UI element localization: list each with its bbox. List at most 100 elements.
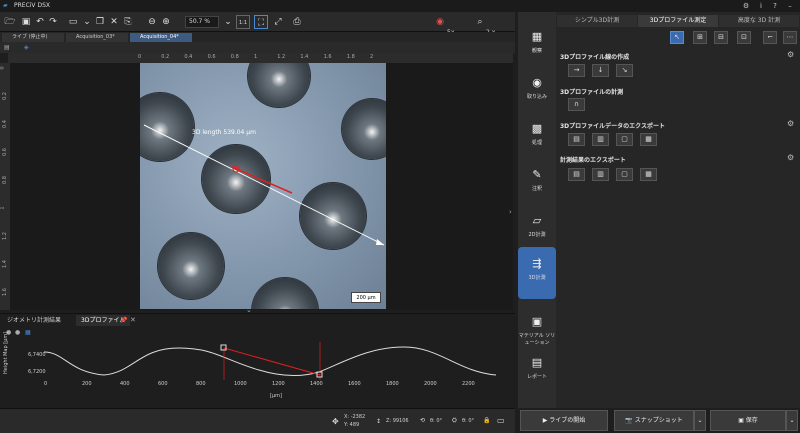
message-icon[interactable]: ▭ <box>497 416 505 425</box>
vertical-line-icon[interactable]: ↓ <box>592 64 609 77</box>
export-file-icon[interactable]: ▢ <box>616 133 633 146</box>
graph-xtick: 800 <box>196 381 206 387</box>
export-excel-icon[interactable]: ▥ <box>592 168 609 181</box>
info-icon[interactable]: i <box>754 0 768 12</box>
profile-graph[interactable] <box>44 342 496 380</box>
sidebar-item[interactable]: ▣ マテリアル ソリューション <box>518 305 556 351</box>
save-button[interactable]: ▣ 保存 <box>710 410 786 431</box>
rectangle-select-icon[interactable]: ▭ <box>66 15 80 29</box>
measure3d-icon: ⇶ <box>532 257 542 270</box>
open-folder-icon[interactable]: 🗁 <box>3 15 17 29</box>
graph-ytick: 6,7400 <box>28 352 46 358</box>
graph-tool-icon[interactable]: ● <box>15 329 20 336</box>
z-icon: ↕ <box>376 418 382 425</box>
ruler-tick-label: 0.2 <box>161 54 170 60</box>
sidebar-item[interactable]: ▦ 観察 <box>518 20 556 66</box>
laser-icon[interactable]: ◉ <box>433 15 447 29</box>
position-icon: ✥ <box>332 417 339 426</box>
export-results-icon[interactable]: ▤ <box>568 168 585 181</box>
paste-icon[interactable]: ⎘ <box>121 15 135 29</box>
export-image-icon[interactable]: ▦ <box>640 133 657 146</box>
redo-icon[interactable]: ↷ <box>46 15 60 29</box>
measurement-overlay[interactable] <box>140 63 386 309</box>
report-icon: ▤ <box>531 356 543 369</box>
tool-icon[interactable]: ⊞ <box>693 31 707 44</box>
profile-measure-icon[interactable]: ∩ <box>568 98 585 111</box>
ruler-tick-label: 0.8 <box>1 176 8 184</box>
copy-icon[interactable]: ❐ <box>93 15 107 29</box>
sidebar-item[interactable]: ▤ レポート <box>518 346 556 392</box>
select-tool-icon[interactable]: ↖ <box>670 31 684 44</box>
main-toolbar: 🗁 ▣ ↶ ↷ ▭ ⌄ ❐ ✕ ⎘ ⊖ ⊕ 50.7 % ⌄ 1:1 ⛶ ⤢ ⎙… <box>0 12 515 36</box>
zoom-in-icon[interactable]: ⊕ <box>159 15 173 29</box>
chevron-down-icon[interactable]: ⌄ <box>80 15 94 29</box>
tab-live[interactable]: ライブ (停止中) <box>2 33 64 42</box>
sidebar-item[interactable]: ◉ 取り込み <box>518 66 556 112</box>
graph-xtick: 1400 <box>310 381 323 387</box>
full-screen-icon[interactable]: ⤢ <box>271 15 285 29</box>
overlay-icon[interactable]: ◈ <box>24 44 29 51</box>
horizontal-line-icon[interactable]: → <box>568 64 585 77</box>
tab-simple-3d[interactable]: シンプル3D計測 <box>557 15 637 27</box>
gear-icon[interactable]: ⚙ <box>787 119 794 128</box>
graph-xtick: 600 <box>158 381 168 387</box>
snapshot-dropdown[interactable]: ⌄ <box>694 410 706 431</box>
expand-sidebar-icon[interactable]: › <box>509 208 512 216</box>
tab-geometry-results[interactable]: ジオメトリ計測結果 <box>2 315 66 326</box>
tool-icon[interactable]: ⋯ <box>783 31 797 44</box>
zoom-select[interactable]: 50.7 % <box>185 16 219 28</box>
sidebar-item[interactable]: ✎ 注釈 <box>518 158 556 204</box>
save-icon: ▣ <box>738 417 744 424</box>
ruler-tick-label: 0.2 <box>1 92 8 100</box>
diagonal-line-icon[interactable]: ↘ <box>616 64 633 77</box>
export-icon[interactable]: ⎙ <box>290 15 304 29</box>
app-logo-icon: ▰ <box>3 2 8 9</box>
graph-xtick: 200 <box>82 381 92 387</box>
export-data-icon[interactable]: ▤ <box>568 133 585 146</box>
sidebar-item-label: 2D計測 <box>528 232 546 238</box>
tab-3d-profile-measurement[interactable]: 3Dプロファイル測定 <box>638 15 718 27</box>
sidebar-item[interactable]: ⇶ 3D計測 <box>518 247 556 299</box>
microscope-image[interactable]: 3D length 539.04 µm <box>140 63 386 309</box>
start-live-label: ライブの開始 <box>549 417 586 424</box>
export-csv-icon[interactable]: ▦ <box>640 168 657 181</box>
graph-ytick: 6,7200 <box>28 369 46 375</box>
sidebar-item-label: 注釈 <box>531 186 542 192</box>
layer-icon[interactable]: ▤ <box>4 44 10 51</box>
delete-icon[interactable]: ✕ <box>107 15 121 29</box>
close-icon[interactable]: ✕ <box>130 316 136 324</box>
chevron-down-icon[interactable]: ⌄ <box>221 15 235 29</box>
minimize-icon[interactable]: – <box>783 0 797 12</box>
tab-acquisition-04[interactable]: Acquisition_04* <box>130 33 192 42</box>
settings-icon[interactable]: ⚙ <box>739 0 753 12</box>
fit-to-window-icon[interactable]: ⛶ <box>254 15 268 29</box>
sidebar-item[interactable]: ▱ 2D計測 <box>518 204 556 250</box>
snapshot-label: スナップショット <box>634 417 683 424</box>
tab-advanced-3d[interactable]: 高度な 3D 計測 <box>719 15 799 27</box>
save-dropdown[interactable]: ⌄ <box>786 410 798 431</box>
zoom-lens-icon[interactable]: ⌕ <box>473 15 487 29</box>
line-tool-icon[interactable]: ⌐ <box>763 31 777 44</box>
graph-export-icon[interactable]: ▦ <box>25 329 31 336</box>
tool-icon[interactable]: ⊡ <box>737 31 751 44</box>
help-icon[interactable]: ? <box>768 0 782 12</box>
graph-xlabel: [µm] <box>270 393 282 399</box>
ruler-tick-label: 1.2 <box>1 232 8 240</box>
tool-icon[interactable]: ⊟ <box>714 31 728 44</box>
lock-icon[interactable]: 🔒 <box>483 417 490 424</box>
process-icon: ▩ <box>531 122 543 135</box>
export-excel-icon[interactable]: ▥ <box>592 133 609 146</box>
pin-icon[interactable]: 📌 <box>120 317 127 324</box>
tab-acquisition-03[interactable]: Acquisition_03* <box>66 33 128 42</box>
one-to-one-button[interactable]: 1:1 <box>236 15 250 29</box>
gear-icon[interactable]: ⚙ <box>787 153 794 162</box>
gear-icon[interactable]: ⚙ <box>787 50 794 59</box>
ruler-tick-label: 0.6 <box>1 148 8 156</box>
sidebar-item[interactable]: ▩ 処理 <box>518 112 556 158</box>
export-file-icon[interactable]: ▢ <box>616 168 633 181</box>
snapshot-button[interactable]: 📷 スナップショット <box>614 410 694 431</box>
start-live-button[interactable]: ▶ ライブの開始 <box>520 410 608 431</box>
save-icon[interactable]: ▣ <box>19 15 33 29</box>
undo-icon[interactable]: ↶ <box>33 15 47 29</box>
zoom-out-icon[interactable]: ⊖ <box>145 15 159 29</box>
